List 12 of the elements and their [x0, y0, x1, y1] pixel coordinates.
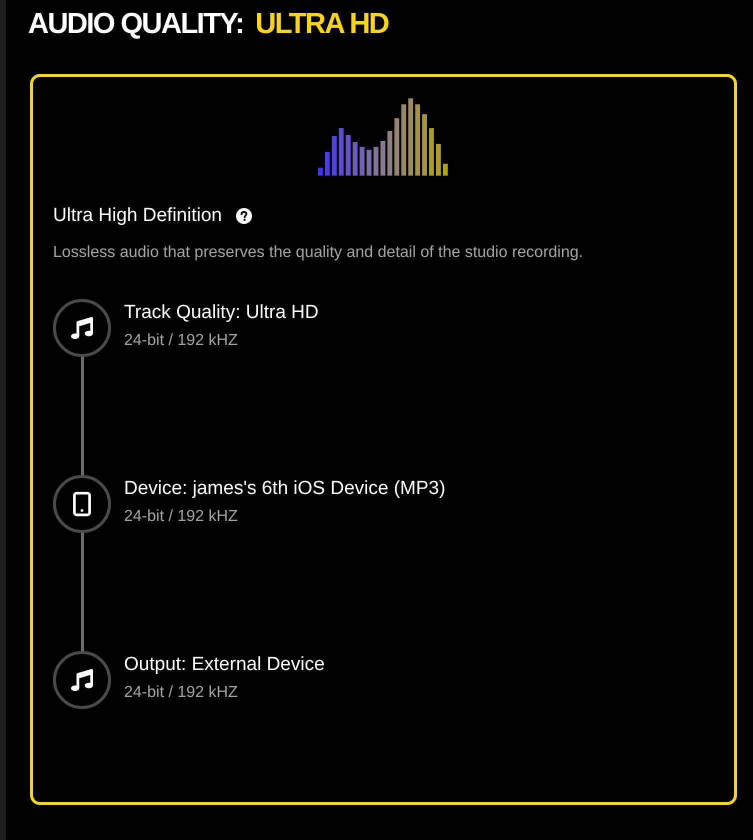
step-title: Output: External Device [124, 652, 325, 676]
step-detail: 24-bit / 192 kHZ [124, 682, 239, 702]
page-title: AUDIO QUALITY: ULTRA HD [28, 7, 388, 42]
step-title: Device: james's 6th iOS Device (MP3) [124, 476, 446, 500]
step-detail: 24-bit / 192 kHZ [124, 330, 239, 350]
music-note-icon [71, 668, 93, 690]
step-title: Track Quality: Ultra HD [124, 300, 319, 324]
step-detail: 24-bit / 192 kHZ [124, 506, 239, 526]
music-note-icon [71, 316, 93, 338]
quality-title: Ultra High Definition [53, 204, 222, 228]
quality-description: Lossless audio that preserves the quality and detail of the studio recording. [53, 242, 584, 262]
help-icon[interactable] [236, 208, 252, 224]
